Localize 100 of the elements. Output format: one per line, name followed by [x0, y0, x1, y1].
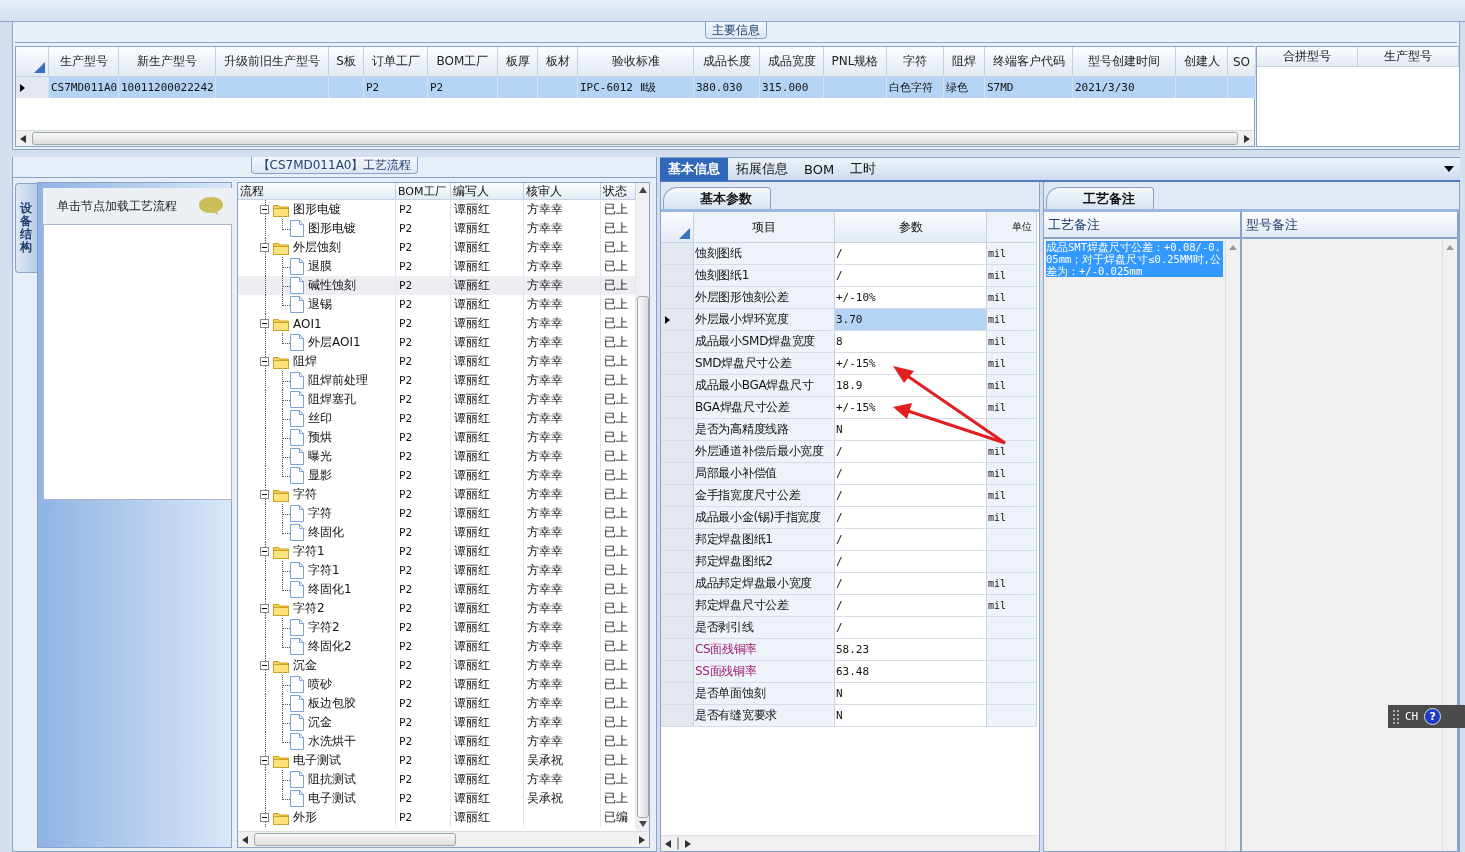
side-tab[interactable]: 设备结构 — [15, 183, 37, 273]
column-header[interactable]: BOM工厂 — [396, 183, 451, 200]
collapse-icon[interactable] — [260, 243, 269, 252]
value-cell[interactable]: / — [835, 507, 987, 529]
scrollbar-thumb[interactable] — [254, 833, 456, 846]
tree-row[interactable]: 水洗烘干 P2 谭丽红 方幸幸 已上 — [238, 732, 636, 751]
value-cell[interactable]: / — [835, 441, 987, 463]
value-cell[interactable]: / — [835, 243, 987, 265]
tree-row[interactable]: 图形电镀 P2 谭丽红 方幸幸 已上 — [238, 200, 636, 219]
tree-row[interactable]: 外形 P2 谭丽红 已编 — [238, 808, 636, 827]
scroll-left-icon[interactable] — [20, 134, 26, 143]
scroll-left-icon[interactable] — [242, 835, 248, 844]
value-cell[interactable]: 18.9 — [835, 375, 987, 397]
tree-row[interactable]: 阻焊 P2 谭丽红 方幸幸 已上 — [238, 352, 636, 371]
column-header[interactable]: 核审人 — [524, 183, 601, 200]
tree-row[interactable]: 沉金 P2 谭丽红 方幸幸 已上 — [238, 713, 636, 732]
column-header[interactable]: 创建人 — [1176, 47, 1228, 77]
value-cell[interactable]: N — [835, 683, 987, 705]
column-header[interactable]: BOM工厂 — [428, 47, 498, 77]
column-header[interactable]: 生产型号 — [49, 47, 119, 77]
collapse-icon[interactable] — [260, 205, 269, 214]
tab[interactable]: 基本信息 — [660, 157, 728, 181]
column-header[interactable]: 生产型号 — [1358, 47, 1459, 67]
scroll-right-icon[interactable] — [1244, 134, 1250, 143]
tree-row[interactable]: 阻焊塞孔 P2 谭丽红 方幸幸 已上 — [238, 390, 636, 409]
value-cell[interactable]: / — [835, 265, 987, 287]
tree-row[interactable]: 退锡 P2 谭丽红 方幸幸 已上 — [238, 295, 636, 314]
tree-row[interactable]: 曝光 P2 谭丽红 方幸幸 已上 — [238, 447, 636, 466]
tab[interactable]: 拓展信息 — [728, 157, 796, 181]
collapse-icon[interactable] — [260, 756, 269, 765]
column-header[interactable]: 终端客户代码 — [985, 47, 1073, 77]
tab[interactable]: 工时 — [842, 157, 885, 181]
column-header[interactable]: 升级前旧生产型号 — [216, 47, 329, 77]
value-cell[interactable]: N — [835, 705, 987, 727]
collapse-icon[interactable] — [260, 547, 269, 556]
column-header[interactable]: 编写人 — [451, 183, 524, 200]
tree-row[interactable]: AOI1 P2 谭丽红 方幸幸 已上 — [238, 314, 636, 333]
column-header[interactable]: 阻焊 — [944, 47, 985, 77]
row-header[interactable] — [16, 77, 49, 98]
scroll-right-icon[interactable] — [685, 839, 691, 848]
tree-row[interactable]: 电子测试 P2 谭丽红 吴承祝 已上 — [238, 789, 636, 808]
tree-row[interactable]: 阻抗测试 P2 谭丽红 方幸幸 已上 — [238, 770, 636, 789]
column-header[interactable]: 成品长度 — [694, 47, 760, 77]
column-header[interactable]: 新生产型号 — [119, 47, 216, 77]
language-indicator[interactable]: CH — [1405, 710, 1419, 723]
column-header[interactable]: 参数 — [835, 212, 987, 243]
help-button[interactable]: ? — [1424, 708, 1442, 725]
scroll-down-icon[interactable] — [638, 821, 647, 827]
tree-row[interactable]: 字符2 P2 谭丽红 方幸幸 已上 — [238, 599, 636, 618]
tree-row[interactable]: 外层蚀刻 P2 谭丽红 方幸幸 已上 — [238, 238, 636, 257]
tree-row[interactable]: 阻焊前处理 P2 谭丽红 方幸幸 已上 — [238, 371, 636, 390]
tree-row[interactable]: 终固化1 P2 谭丽红 方幸幸 已上 — [238, 580, 636, 599]
tree-row[interactable]: 终固化2 P2 谭丽红 方幸幸 已上 — [238, 637, 636, 656]
value-cell[interactable]: 8 — [835, 331, 987, 353]
tree-row[interactable]: 预烘 P2 谭丽红 方幸幸 已上 — [238, 428, 636, 447]
tree-row[interactable]: 外层AOI1 P2 谭丽红 方幸幸 已上 — [238, 333, 636, 352]
tree-row[interactable]: 板边包胶 P2 谭丽红 方幸幸 已上 — [238, 694, 636, 713]
value-cell[interactable]: N — [835, 419, 987, 441]
tree-row[interactable]: 字符1 P2 谭丽红 方幸幸 已上 — [238, 542, 636, 561]
row-header[interactable] — [661, 309, 694, 331]
column-header[interactable]: SO — [1228, 47, 1256, 77]
tab[interactable]: 工艺备注 — [1046, 187, 1154, 209]
value-cell[interactable]: / — [835, 463, 987, 485]
value-cell[interactable]: / — [835, 485, 987, 507]
tree-row[interactable]: 字符1 P2 谭丽红 方幸幸 已上 — [238, 561, 636, 580]
table-row[interactable]: CS7MD011A0 10011200022242 P2 P2 IPC-6012 Ⅱ级 380.030 315.000 白色字符 绿色 S7MD 2021/3/30 — [16, 77, 1254, 98]
column-header[interactable]: PNL规格 — [824, 47, 887, 77]
column-header[interactable]: 验收标准 — [578, 47, 694, 77]
tree-row[interactable]: 沉金 P2 谭丽红 方幸幸 已上 — [238, 656, 636, 675]
collapse-icon[interactable] — [260, 661, 269, 670]
value-cell[interactable]: +/-10% — [835, 287, 987, 309]
column-header[interactable]: S板 — [329, 47, 364, 77]
value-cell[interactable]: / — [835, 617, 987, 639]
value-cell[interactable]: / — [835, 595, 987, 617]
value-cell[interactable]: +/-15% — [835, 397, 987, 419]
tree-row[interactable]: 电子测试 P2 谭丽红 吴承祝 已上 — [238, 751, 636, 770]
scrollbar-thumb[interactable] — [32, 132, 1238, 145]
scrollbar-thumb[interactable] — [636, 296, 649, 818]
tree-row[interactable]: 碱性蚀刻 P2 谭丽红 方幸幸 已上 — [238, 276, 636, 295]
value-cell[interactable]: / — [835, 529, 987, 551]
tree-row[interactable]: 终固化 P2 谭丽红 方幸幸 已上 — [238, 523, 636, 542]
value-cell[interactable]: 63.48 — [835, 661, 987, 683]
value-cell[interactable]: 3.70 — [835, 309, 987, 331]
tree-row[interactable]: 显影 P2 谭丽红 方幸幸 已上 — [238, 466, 636, 485]
tree-row[interactable]: 字符2 P2 谭丽红 方幸幸 已上 — [238, 618, 636, 637]
column-header[interactable]: 板材 — [538, 47, 578, 77]
value-cell[interactable]: / — [835, 551, 987, 573]
scroll-right-icon[interactable] — [639, 835, 645, 844]
column-header[interactable]: 合拼型号 — [1257, 47, 1358, 67]
tree-row[interactable]: 字符 P2 谭丽红 方幸幸 已上 — [238, 504, 636, 523]
value-cell[interactable]: / — [835, 573, 987, 595]
column-header[interactable]: 成品宽度 — [760, 47, 824, 77]
dropdown-arrow-icon[interactable] — [1444, 166, 1454, 172]
value-cell[interactable]: 58.23 — [835, 639, 987, 661]
tree-row[interactable]: 丝印 P2 谭丽红 方幸幸 已上 — [238, 409, 636, 428]
tree-row[interactable]: 字符 P2 谭丽红 方幸幸 已上 — [238, 485, 636, 504]
horizontal-scrollbar[interactable] — [661, 835, 1039, 851]
scroll-left-icon[interactable] — [665, 839, 671, 848]
column-header[interactable]: 流程 — [238, 183, 396, 200]
column-header[interactable]: 项目 — [694, 212, 835, 243]
